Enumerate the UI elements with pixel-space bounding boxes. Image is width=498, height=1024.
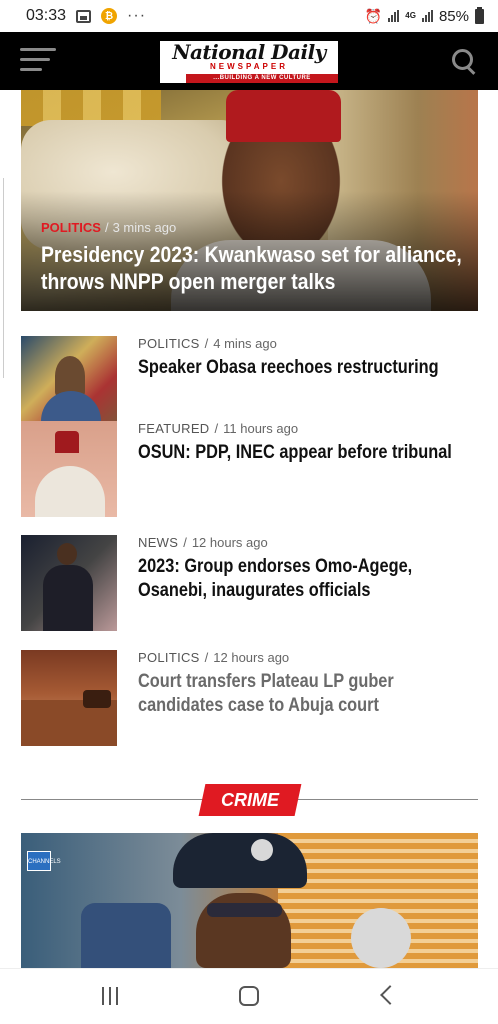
- meta-separator: /: [214, 421, 219, 436]
- article-title[interactable]: OSUN: PDP, INEC appear before tribunal: [138, 441, 461, 465]
- article-meta: POLITICS / 12 hours ago: [138, 650, 289, 665]
- channels-watermark: CHANNELS: [27, 851, 61, 871]
- site-logo[interactable]: National Daily NEWSPAPER ...BUILDING A N…: [160, 41, 338, 83]
- article-category[interactable]: NEWS: [138, 535, 178, 550]
- hero-meta: POLITICS/3 mins ago: [41, 220, 176, 235]
- article-item[interactable]: POLITICS / 12 hours ago Court transfers Pl…: [21, 650, 478, 748]
- home-icon[interactable]: [239, 986, 259, 1006]
- hero-title[interactable]: Presidency 2023: Kwankwaso set for allia…: [41, 241, 463, 295]
- section-label[interactable]: CRIME: [198, 784, 302, 816]
- meta-separator: /: [104, 220, 109, 235]
- section-header-crime: CRIME: [21, 784, 478, 816]
- alarm-icon: ⏰: [364, 7, 383, 24]
- status-time: 03:33: [26, 7, 67, 24]
- coin-icon: ₿: [101, 8, 118, 24]
- meta-separator: /: [183, 535, 187, 550]
- back-icon[interactable]: [380, 985, 400, 1005]
- article-thumbnail[interactable]: [21, 336, 117, 432]
- meta-separator: /: [204, 650, 209, 665]
- article-category[interactable]: FEATURED: [138, 421, 210, 436]
- article-thumbnail[interactable]: [21, 650, 117, 746]
- hero-category[interactable]: POLITICS: [41, 220, 101, 235]
- article-title[interactable]: Court transfers Plateau LP guber candida…: [138, 670, 461, 718]
- status-right: ⏰ 4G 85%: [364, 6, 484, 25]
- logo-tagline: ...BUILDING A NEW CULTURE: [186, 74, 338, 83]
- search-icon[interactable]: [452, 49, 478, 75]
- signal-icon-2: [421, 10, 433, 22]
- article-meta: POLITICS / 4 mins ago: [138, 336, 277, 351]
- site-header: National Daily NEWSPAPER ...BUILDING A N…: [0, 32, 498, 90]
- crime-image-glasses: [207, 903, 282, 917]
- status-left: 03:33 ₿ ···: [26, 7, 146, 25]
- article-title[interactable]: Speaker Obasa reechoes restructuring: [138, 356, 461, 380]
- article-category[interactable]: POLITICS: [138, 650, 200, 665]
- status-bar: 03:33 ₿ ··· ⏰ 4G 85%: [0, 0, 498, 32]
- network-type: 4G: [405, 11, 416, 20]
- hero-image-cap: [226, 90, 341, 142]
- article-time: 12 hours ago: [191, 535, 268, 550]
- meta-separator: /: [204, 336, 209, 351]
- signal-icon: [388, 10, 400, 22]
- hamburger-icon[interactable]: [20, 48, 56, 74]
- article-item[interactable]: POLITICS / 4 mins ago Speaker Obasa reecho…: [21, 336, 478, 434]
- article-item[interactable]: NEWS / 12 hours ago 2023: Group endorses O…: [21, 535, 478, 633]
- article-meta: FEATURED / 11 hours ago: [138, 421, 298, 436]
- crime-image-badge: [251, 839, 273, 861]
- more-dots-icon: ···: [127, 7, 147, 24]
- article-title[interactable]: 2023: Group endorses Omo-Agege, Osanebi,…: [138, 555, 461, 603]
- article-item[interactable]: FEATURED / 11 hours ago OSUN: PDP, INEC ap…: [21, 421, 478, 519]
- article-time: 11 hours ago: [223, 421, 299, 436]
- gallery-icon: [76, 9, 92, 23]
- crime-image-microphone: [351, 908, 411, 968]
- article-thumbnail[interactable]: [21, 535, 117, 631]
- edge-panel-handle[interactable]: [0, 178, 4, 378]
- logo-main-text: National Daily: [172, 40, 326, 64]
- crime-image-chair: [81, 903, 171, 968]
- hero-time: 3 mins ago: [112, 220, 177, 235]
- section-label-text: CRIME: [221, 790, 279, 810]
- crime-image-cap: [173, 833, 307, 888]
- article-meta: NEWS / 12 hours ago: [138, 535, 268, 550]
- crime-hero-article[interactable]: CHANNELS: [21, 833, 478, 968]
- article-category[interactable]: POLITICS: [138, 336, 200, 351]
- article-time: 4 mins ago: [213, 336, 277, 351]
- hero-article[interactable]: POLITICS/3 mins ago Presidency 2023: Kwa…: [21, 90, 478, 311]
- battery-icon: [475, 6, 484, 24]
- article-thumbnail[interactable]: [21, 421, 117, 517]
- article-time: 12 hours ago: [213, 650, 290, 665]
- system-nav-bar: [0, 968, 498, 1024]
- recents-icon[interactable]: [101, 987, 121, 1005]
- battery-percent: 85%: [438, 7, 469, 25]
